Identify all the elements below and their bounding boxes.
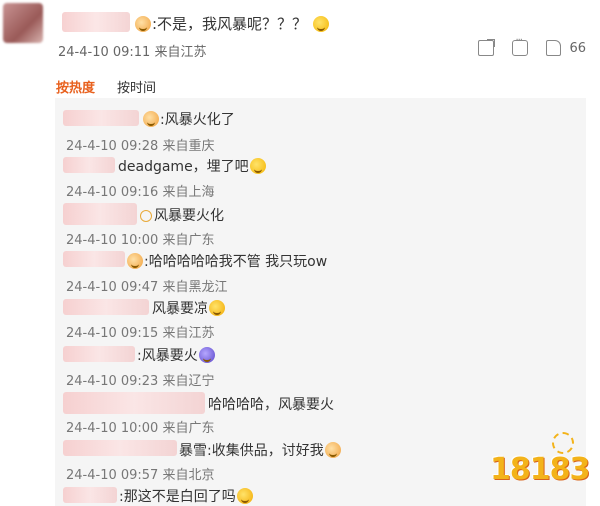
dizzy-emoji-icon xyxy=(198,347,215,363)
reply-text: 风暴要凉 xyxy=(152,298,226,318)
avatar[interactable] xyxy=(3,3,43,43)
cat-emoji-icon xyxy=(127,253,143,269)
reply-username-blurred[interactable] xyxy=(63,440,177,456)
reply-meta: 24-4-10 09:15 来自江苏 xyxy=(66,326,215,341)
reply-text: 哈哈哈哈，风暴要火 xyxy=(208,397,334,413)
reply-username-blurred[interactable] xyxy=(63,346,135,362)
reply-text: deadgame，埋了吧 xyxy=(118,156,267,176)
smile-emoji-icon xyxy=(312,16,329,32)
sparkle-icon xyxy=(552,432,574,454)
main-comment-body: :不是，我风暴呢？？？ xyxy=(152,15,308,33)
username-blurred[interactable] xyxy=(62,12,130,32)
reply-meta: 24-4-10 09:23 来自辽宁 xyxy=(66,374,215,389)
reply-meta: 24-4-10 10:00 来自广东 xyxy=(66,421,215,436)
like-count: 66 xyxy=(569,40,586,56)
reply-meta: 24-4-10 09:16 来自上海 xyxy=(66,185,215,200)
reply-meta: 24-4-10 09:47 来自黑龙江 xyxy=(66,280,228,295)
crying-emoji-icon xyxy=(236,488,253,504)
share-icon[interactable] xyxy=(478,39,496,56)
reply-text: 暴雪:收集供品，讨好我 xyxy=(179,440,342,460)
watermark-text: 18183 xyxy=(490,452,590,487)
cat-emoji-icon xyxy=(135,16,151,32)
main-comment-text: :不是，我风暴呢？？？ xyxy=(134,13,330,34)
reply-text: :那这不是白回了吗 xyxy=(119,486,254,506)
reply-username-blurred[interactable] xyxy=(63,203,137,225)
reply-text: :风暴火化了 xyxy=(142,109,235,129)
reply-text: 风暴要火化 xyxy=(140,205,224,225)
reply-text: :风暴要火 xyxy=(137,345,216,365)
comment-icon[interactable] xyxy=(512,35,529,56)
thumbs-up-icon[interactable] xyxy=(546,40,562,56)
smile-emoji-icon xyxy=(249,158,266,174)
reply-meta: 24-4-10 09:57 来自北京 xyxy=(66,468,215,483)
reply-username-blurred[interactable] xyxy=(63,110,139,126)
reply-username-blurred[interactable] xyxy=(63,299,149,315)
sort-tabs: 按热度 按时间 xyxy=(56,77,156,96)
reply-meta: 24-4-10 10:00 来自广东 xyxy=(66,233,215,248)
reply-username-blurred[interactable] xyxy=(63,157,115,173)
reply-username-blurred[interactable] xyxy=(63,251,125,267)
main-comment-meta: 24-4-10 09:11 来自江苏 xyxy=(58,45,207,60)
reply-text: :哈哈哈哈哈我不管 我只玩ow xyxy=(126,251,327,271)
tab-by-time[interactable]: 按时间 xyxy=(117,77,156,96)
reply-username-blurred[interactable] xyxy=(63,487,117,503)
crying-emoji-icon xyxy=(209,300,225,316)
cat-emoji-icon xyxy=(324,442,341,458)
tab-by-heat[interactable]: 按热度 xyxy=(56,77,95,96)
reply-meta: 24-4-10 09:28 来自重庆 xyxy=(66,139,215,154)
site-watermark-logo: 18183 xyxy=(490,430,590,500)
cat-emoji-icon xyxy=(143,111,159,127)
reply-username-blurred[interactable] xyxy=(63,392,205,414)
verified-badge-icon xyxy=(140,210,152,222)
comment-actions: 66 xyxy=(478,35,586,56)
